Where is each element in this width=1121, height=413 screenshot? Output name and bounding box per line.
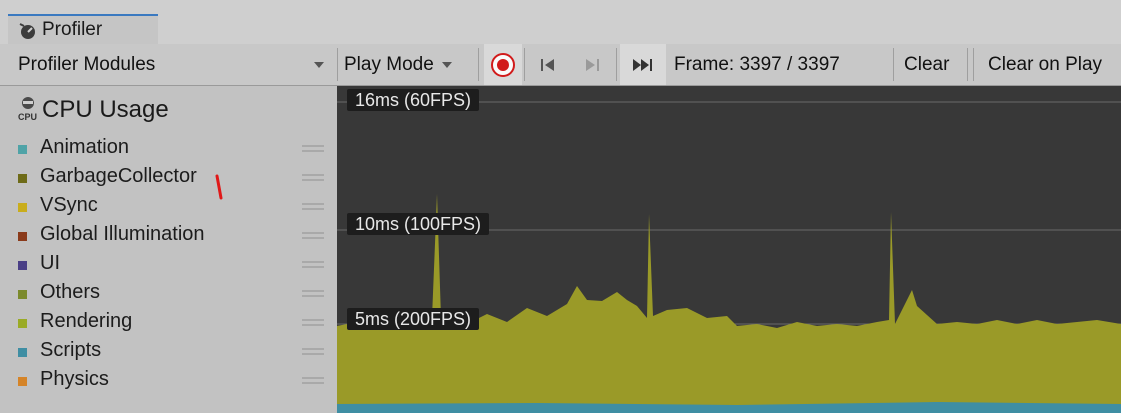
legend-label: GarbageCollector	[40, 165, 197, 187]
threshold-label-16ms: 16ms (60FPS)	[347, 89, 480, 111]
window-titlebar: Profiler	[0, 0, 1121, 44]
drag-handle-icon[interactable]	[302, 202, 324, 212]
legend-item-physics[interactable]: Physics	[18, 368, 333, 394]
legend-label: UI	[40, 252, 60, 274]
color-swatch	[18, 348, 27, 357]
legend-item-others[interactable]: Others	[18, 281, 333, 307]
module-legend-panel: CPU CPU Usage Animation GarbageCollector…	[0, 86, 337, 413]
toolbar-divider	[973, 48, 974, 81]
drag-handle-icon[interactable]	[302, 231, 324, 241]
color-swatch	[18, 145, 27, 154]
legend-item-animation[interactable]: Animation	[18, 136, 333, 162]
module-title: CPU Usage	[42, 96, 169, 123]
tab-title: Profiler	[42, 19, 103, 40]
color-swatch	[18, 290, 27, 299]
toolbar-divider	[616, 48, 617, 81]
profiler-tab[interactable]: Profiler	[8, 14, 158, 44]
legend-label: Animation	[40, 136, 129, 158]
drag-handle-icon[interactable]	[302, 347, 324, 357]
step-back-icon	[541, 59, 554, 71]
chevron-down-icon	[314, 62, 324, 68]
toolbar-divider	[478, 48, 479, 81]
threshold-label-5ms: 5ms (200FPS)	[347, 308, 480, 330]
legend-label: Rendering	[40, 310, 133, 332]
toolbar-divider	[524, 48, 525, 81]
legend-item-scripts[interactable]: Scripts	[18, 339, 333, 365]
toolbar-divider	[893, 48, 894, 81]
color-swatch	[18, 261, 27, 270]
legend-label: Physics	[40, 368, 109, 390]
drag-handle-icon[interactable]	[302, 144, 324, 154]
record-button[interactable]	[484, 44, 522, 85]
jump-current-frame-icon	[633, 59, 652, 71]
legend-item-garbagecollector[interactable]: GarbageCollector	[18, 165, 333, 191]
current-frame-button[interactable]	[620, 44, 666, 85]
drag-handle-icon[interactable]	[302, 376, 324, 386]
cpu-usage-graph[interactable]: 16ms (60FPS) 10ms (100FPS) 5ms (200FPS)	[337, 86, 1121, 413]
color-swatch	[18, 232, 27, 241]
svg-text:CPU: CPU	[18, 112, 37, 122]
legend-label: VSync	[40, 194, 98, 216]
legend-item-vsync[interactable]: VSync	[18, 194, 333, 220]
play-mode-dropdown[interactable]: Play Mode	[344, 44, 476, 85]
legend-label: Global Illumination	[40, 223, 205, 245]
color-swatch	[18, 319, 27, 328]
step-forward-icon	[586, 59, 599, 71]
toolbar-divider	[337, 48, 338, 81]
color-swatch	[18, 203, 27, 212]
drag-handle-icon[interactable]	[302, 289, 324, 299]
threshold-label-10ms: 10ms (100FPS)	[347, 213, 490, 235]
frame-timeline-chart	[337, 101, 1121, 413]
record-icon	[491, 53, 515, 77]
legend-label: Others	[40, 281, 101, 303]
profiler-modules-label: Profiler Modules	[18, 54, 156, 75]
profiler-modules-dropdown[interactable]: Profiler Modules	[18, 44, 330, 85]
color-swatch	[18, 174, 27, 183]
drag-handle-icon[interactable]	[302, 318, 324, 328]
cpu-icon: CPU	[18, 97, 37, 122]
clear-on-play-button[interactable]: Clear on Play	[988, 44, 1102, 85]
toolbar-divider	[967, 48, 968, 81]
legend-label: Scripts	[40, 339, 102, 361]
drag-handle-icon[interactable]	[302, 173, 324, 183]
legend-item-rendering[interactable]: Rendering	[18, 310, 333, 336]
profiler-icon	[19, 23, 35, 39]
legend-item-global-illumination[interactable]: Global Illumination	[18, 223, 333, 249]
play-mode-label: Play Mode	[344, 54, 434, 75]
profiler-toolbar: Profiler Modules Play Mode Frame: 3397 /…	[0, 44, 1121, 86]
chevron-down-icon	[442, 61, 453, 68]
previous-frame-button[interactable]	[528, 44, 568, 85]
color-swatch	[18, 377, 27, 386]
next-frame-button[interactable]	[572, 44, 612, 85]
legend-item-ui[interactable]: UI	[18, 252, 333, 278]
frame-counter: Frame: 3397 / 3397	[674, 54, 840, 75]
clear-button[interactable]: Clear	[904, 44, 949, 85]
drag-handle-icon[interactable]	[302, 260, 324, 270]
